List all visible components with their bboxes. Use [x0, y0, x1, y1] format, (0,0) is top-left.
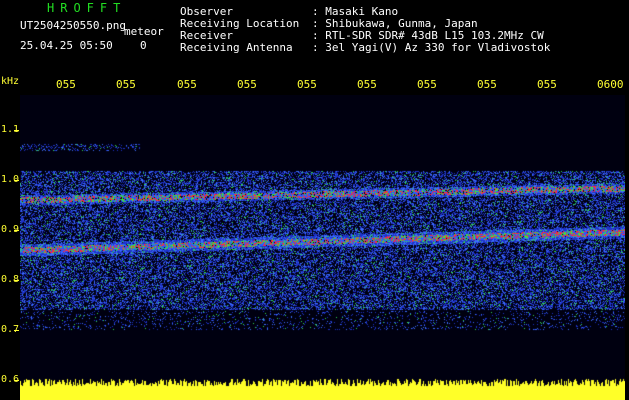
x-tick-label: 055	[297, 78, 317, 91]
y-tick-mark	[14, 380, 19, 381]
x-tick-label: 055	[477, 78, 497, 91]
x-tick-label: 055	[56, 78, 76, 91]
x-tick-label: 055	[537, 78, 557, 91]
filename-label: UT2504250550.png	[20, 19, 126, 32]
y-tick-mark	[14, 230, 19, 231]
count-label: 0	[140, 39, 147, 52]
y-tick-mark	[14, 280, 19, 281]
y-tick-mark	[14, 130, 19, 131]
logo-text: HROFFT	[47, 1, 127, 15]
antenna-label: Receiving Antenna	[180, 41, 293, 54]
datetime-label: 25.04.25 05:50	[20, 39, 113, 52]
x-tick-label: 055	[177, 78, 197, 91]
x-tick-label: 0600	[597, 78, 624, 91]
y-tick-mark	[14, 180, 19, 181]
meteor-label: meteor	[124, 25, 164, 38]
x-tick-label: 055	[116, 78, 136, 91]
antenna-value: : 3el Yagi(V) Az 330 for Vladivostok	[312, 41, 551, 54]
frequency-axis: 1.1 1.0 0.9 0.8 0.7 0.6	[0, 95, 22, 400]
x-tick-label: 055	[237, 78, 257, 91]
axis-unit-label: kHz	[1, 76, 20, 87]
spectrogram-canvas	[20, 95, 625, 400]
x-tick-label: 055	[417, 78, 437, 91]
y-tick-mark	[14, 330, 19, 331]
x-tick-label: 055	[357, 78, 377, 91]
